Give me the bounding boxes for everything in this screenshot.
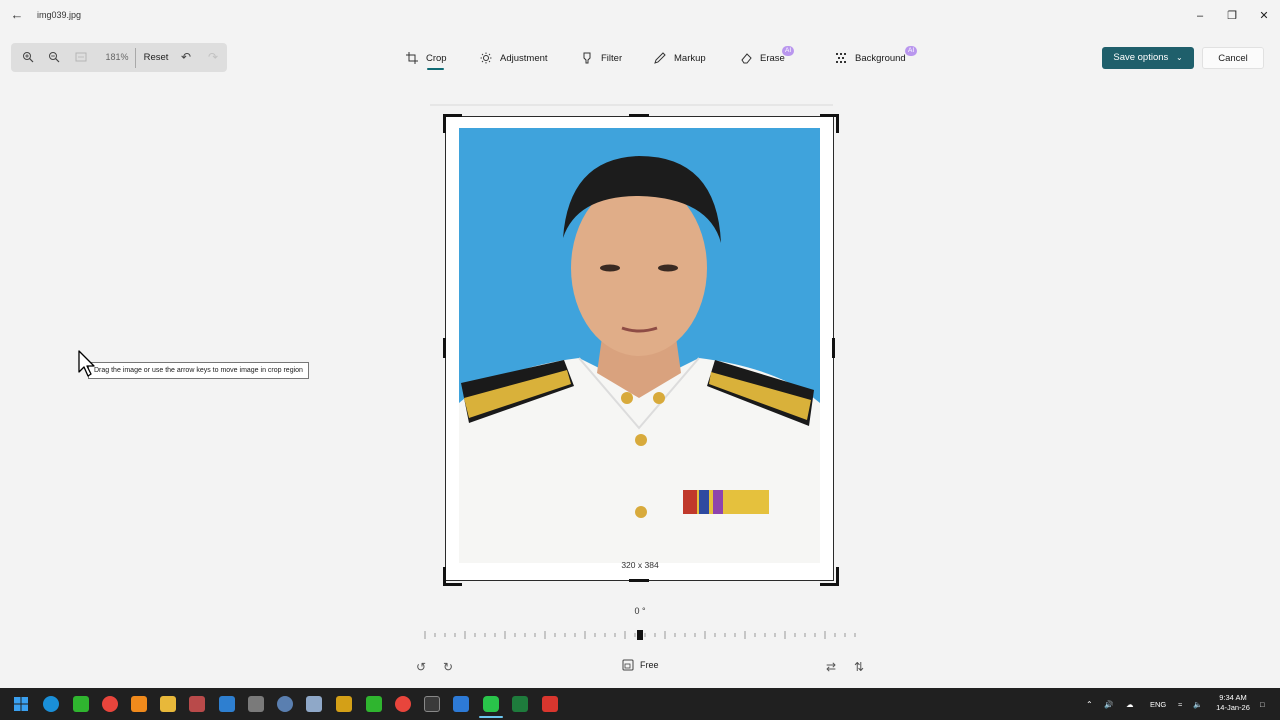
save-options-button[interactable]: Save options ⌄ bbox=[1102, 47, 1194, 69]
chevron-down-icon: ⌄ bbox=[1175, 53, 1183, 62]
crop-handle-bottom[interactable] bbox=[629, 579, 649, 582]
reset-button[interactable]: Reset bbox=[141, 43, 171, 72]
app-gray-icon[interactable] bbox=[248, 696, 264, 712]
zoom-out-icon[interactable] bbox=[45, 43, 63, 72]
rotation-thumb[interactable] bbox=[637, 630, 643, 640]
file-explorer-icon[interactable] bbox=[160, 696, 176, 712]
clock[interactable]: 9:34 AM 14-Jan-26 bbox=[1210, 693, 1256, 713]
settings-icon[interactable] bbox=[277, 696, 293, 712]
language-indicator[interactable]: ENG bbox=[1150, 700, 1166, 709]
chrome-2-icon[interactable] bbox=[395, 696, 411, 712]
crop-handle-right[interactable] bbox=[832, 338, 835, 358]
save-options-label: Save options bbox=[1113, 52, 1169, 63]
rotate-right-icon[interactable]: ↻ bbox=[440, 659, 456, 675]
notification-icon[interactable]: □ bbox=[1260, 700, 1265, 709]
tab-markup[interactable]: Markup bbox=[654, 48, 706, 68]
crop-handle-top-left[interactable] bbox=[443, 114, 462, 133]
rotation-angle: 0 ° bbox=[634, 606, 646, 616]
mouse-pointer-icon bbox=[78, 350, 95, 377]
zoom-toolbar: 181% Reset ↶ ↷ bbox=[11, 43, 227, 72]
crop-handle-bottom-right[interactable] bbox=[820, 567, 839, 586]
tab-markup-label: Markup bbox=[674, 52, 706, 64]
zoom-in-icon[interactable] bbox=[19, 43, 37, 72]
flip-horizontal-icon[interactable]: ⇄ bbox=[823, 659, 839, 675]
eraser-icon bbox=[741, 53, 752, 64]
chrome-icon[interactable] bbox=[102, 696, 118, 712]
cancel-button[interactable]: Cancel bbox=[1202, 47, 1264, 69]
minimize-icon[interactable]: – bbox=[1190, 6, 1210, 26]
zoom-level: 181% bbox=[105, 52, 129, 62]
undo-icon[interactable]: ↶ bbox=[177, 43, 195, 72]
wifi-icon[interactable]: ≈ bbox=[1178, 700, 1182, 709]
app-green-icon[interactable] bbox=[73, 696, 89, 712]
tab-background[interactable]: Background bbox=[835, 48, 906, 68]
tab-erase[interactable]: Erase bbox=[740, 48, 785, 68]
app-blue-icon[interactable] bbox=[219, 696, 235, 712]
crop-handle-left[interactable] bbox=[443, 338, 446, 358]
clock-time: 9:34 AM bbox=[1219, 693, 1247, 702]
aspect-ratio-icon bbox=[622, 659, 634, 671]
tab-crop[interactable]: Crop bbox=[406, 48, 447, 68]
active-tab-indicator bbox=[427, 68, 444, 70]
maximize-icon[interactable]: ❐ bbox=[1222, 6, 1242, 26]
active-app-indicator bbox=[479, 716, 503, 718]
back-arrow-icon[interactable]: ← bbox=[8, 6, 26, 24]
crop-handle-bottom-left[interactable] bbox=[443, 567, 462, 586]
tab-adjustment[interactable]: Adjustment bbox=[480, 48, 548, 68]
terminal-icon[interactable] bbox=[424, 696, 440, 712]
aspect-ratio-button[interactable]: Free bbox=[622, 659, 659, 671]
crop-handle-top[interactable] bbox=[629, 114, 649, 117]
crop-handle-top-right[interactable] bbox=[820, 114, 839, 133]
camera-icon[interactable] bbox=[306, 696, 322, 712]
clapper-icon[interactable] bbox=[336, 696, 352, 712]
filter-icon bbox=[583, 52, 591, 64]
onedrive-icon[interactable]: ☁ bbox=[1126, 700, 1134, 709]
title-bar: ← img039.jpg – ❐ ✕ bbox=[0, 0, 1280, 32]
app-green-2-icon[interactable] bbox=[366, 696, 382, 712]
background-ai-badge: AI bbox=[905, 46, 918, 56]
tooltip: Drag the image or use the arrow keys to … bbox=[88, 362, 309, 379]
tab-adjustment-label: Adjustment bbox=[500, 52, 548, 64]
crop-icon bbox=[406, 52, 418, 64]
file-name: img039.jpg bbox=[37, 10, 82, 20]
app-icon[interactable] bbox=[189, 696, 205, 712]
close-icon[interactable]: ✕ bbox=[1254, 6, 1274, 26]
fit-to-window-icon[interactable] bbox=[72, 43, 90, 72]
excel-icon[interactable] bbox=[512, 696, 528, 712]
volume-icon[interactable]: 🔊 bbox=[1104, 700, 1113, 709]
photos-icon[interactable] bbox=[453, 696, 469, 712]
tab-erase-label: Erase bbox=[760, 52, 785, 64]
tab-filter-label: Filter bbox=[601, 52, 623, 64]
erase-ai-badge: AI bbox=[782, 46, 795, 56]
tab-background-label: Background bbox=[855, 52, 906, 64]
portrait-photo[interactable] bbox=[459, 128, 820, 563]
rotate-left-icon[interactable]: ↺ bbox=[413, 659, 429, 675]
image-top-edge bbox=[430, 104, 833, 106]
app-red-icon[interactable] bbox=[542, 696, 558, 712]
flip-vertical-icon[interactable]: ⇅ bbox=[851, 659, 867, 675]
aspect-ratio-label: Free bbox=[640, 660, 659, 670]
tab-crop-label: Crop bbox=[426, 52, 447, 64]
rotation-slider[interactable] bbox=[420, 630, 860, 640]
toolbar-divider bbox=[135, 48, 136, 68]
show-hidden-icons-icon[interactable]: ⌃ bbox=[1086, 700, 1093, 709]
clock-date: 14-Jan-26 bbox=[1216, 703, 1250, 712]
line-app-icon[interactable] bbox=[483, 696, 499, 712]
windows-start-icon[interactable] bbox=[14, 697, 28, 711]
speaker-icon[interactable]: 🔈 bbox=[1193, 700, 1202, 709]
vlc-icon[interactable] bbox=[131, 696, 147, 712]
tab-filter[interactable]: Filter bbox=[581, 48, 622, 68]
crop-dimensions: 320 x 384 bbox=[621, 560, 659, 570]
redo-icon[interactable]: ↷ bbox=[204, 43, 222, 72]
brightness-icon bbox=[480, 52, 492, 64]
pen-icon bbox=[654, 52, 666, 64]
background-icon bbox=[836, 53, 846, 63]
edge-browser-icon[interactable] bbox=[43, 696, 59, 712]
